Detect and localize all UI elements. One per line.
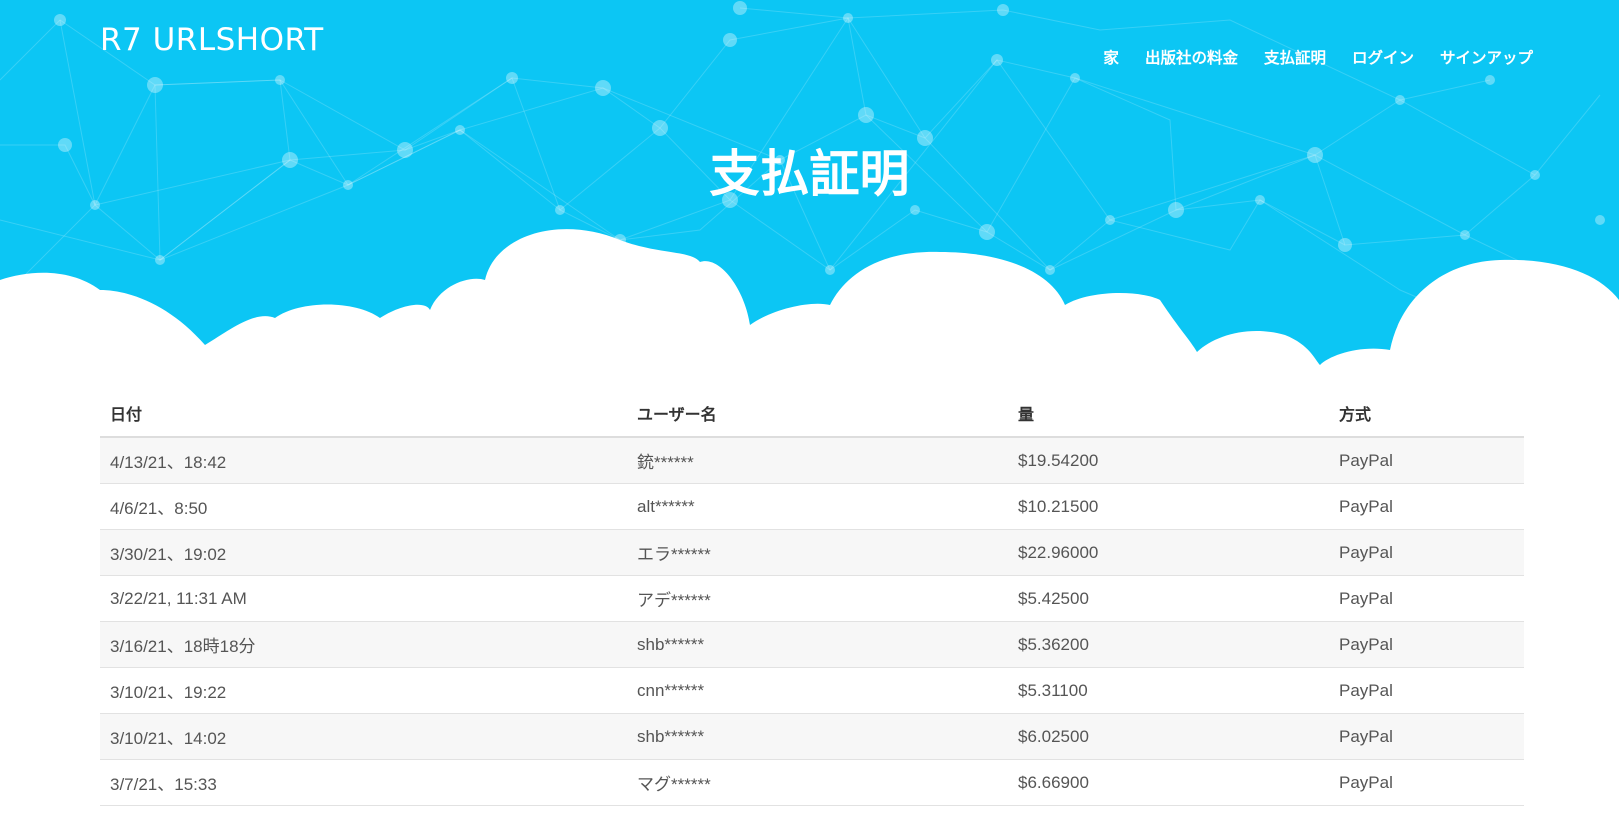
cell-username: alt****** <box>627 483 1008 530</box>
cell-amount: $5.42500 <box>1008 575 1329 622</box>
cell-amount: $10.21500 <box>1008 483 1329 530</box>
main-nav: 家 出版社の料金 支払証明 ログイン サインアップ <box>1103 46 1533 68</box>
column-header-username: ユーザー名 <box>627 390 1008 438</box>
brand-logo-link[interactable]: R7 URLSHORT <box>100 22 324 58</box>
table-row: 3/10/21、14:02 shb****** $6.02500 PayPal <box>100 713 1524 760</box>
cell-amount: $6.66900 <box>1008 759 1329 806</box>
column-header-date: 日付 <box>100 390 627 438</box>
cell-method: PayPal <box>1329 759 1524 806</box>
cell-method: PayPal <box>1329 437 1524 484</box>
cell-amount: $22.96000 <box>1008 529 1329 576</box>
cell-username: エラ****** <box>627 529 1008 576</box>
table-row: 3/10/21、19:22 cnn****** $5.31100 PayPal <box>100 667 1524 714</box>
cell-method: PayPal <box>1329 529 1524 576</box>
nav-item-home[interactable]: 家 <box>1103 46 1119 68</box>
payment-proof-table-container: 日付 ユーザー名 量 方式 4/13/21、18:42 銃****** $19.… <box>100 390 1524 806</box>
column-header-amount: 量 <box>1008 390 1329 438</box>
cell-username: shb****** <box>627 621 1008 668</box>
cell-date: 4/6/21、8:50 <box>100 483 627 530</box>
cell-date: 3/30/21、19:02 <box>100 529 627 576</box>
cell-date: 3/10/21、19:22 <box>100 667 627 714</box>
table-header-row: 日付 ユーザー名 量 方式 <box>100 390 1524 438</box>
cell-method: PayPal <box>1329 483 1524 530</box>
table-row: 3/30/21、19:02 エラ****** $22.96000 PayPal <box>100 529 1524 576</box>
table-row: 4/6/21、8:50 alt****** $10.21500 PayPal <box>100 483 1524 530</box>
payment-proof-table: 日付 ユーザー名 量 方式 4/13/21、18:42 銃****** $19.… <box>100 390 1524 806</box>
cell-date: 3/10/21、14:02 <box>100 713 627 760</box>
nav-item-signup[interactable]: サインアップ <box>1440 46 1533 68</box>
page-title: 支払証明 <box>709 145 910 203</box>
cell-method: PayPal <box>1329 713 1524 760</box>
cell-username: shb****** <box>627 713 1008 760</box>
cell-amount: $5.31100 <box>1008 667 1329 714</box>
cell-method: PayPal <box>1329 667 1524 714</box>
cell-date: 3/7/21、15:33 <box>100 759 627 806</box>
cell-method: PayPal <box>1329 575 1524 622</box>
cell-date: 3/16/21、18時18分 <box>100 621 627 668</box>
cell-amount: $5.36200 <box>1008 621 1329 668</box>
cell-amount: $19.54200 <box>1008 437 1329 484</box>
cell-username: アデ****** <box>627 575 1008 622</box>
cell-date: 4/13/21、18:42 <box>100 437 627 484</box>
cell-username: 銃****** <box>627 437 1008 484</box>
cell-amount: $6.02500 <box>1008 713 1329 760</box>
table-row: 4/13/21、18:42 銃****** $19.54200 PayPal <box>100 437 1524 484</box>
cell-username: マグ****** <box>627 759 1008 806</box>
table-row: 3/7/21、15:33 マグ****** $6.66900 PayPal <box>100 759 1524 806</box>
table-row: 3/16/21、18時18分 shb****** $5.36200 PayPal <box>100 621 1524 668</box>
cell-username: cnn****** <box>627 667 1008 714</box>
table-row: 3/22/21, 11:31 AM アデ****** $5.42500 PayP… <box>100 575 1524 622</box>
cell-date: 3/22/21, 11:31 AM <box>100 575 627 622</box>
hero-banner: R7 URLSHORT 家 出版社の料金 支払証明 ログイン サインアップ 支払… <box>0 0 1619 380</box>
nav-item-login[interactable]: ログイン <box>1352 46 1414 68</box>
nav-item-publisher-rates[interactable]: 出版社の料金 <box>1145 46 1238 68</box>
cell-method: PayPal <box>1329 621 1524 668</box>
cloud-shape <box>0 229 1619 380</box>
column-header-method: 方式 <box>1329 390 1524 438</box>
nav-item-payment-proof[interactable]: 支払証明 <box>1264 46 1326 68</box>
